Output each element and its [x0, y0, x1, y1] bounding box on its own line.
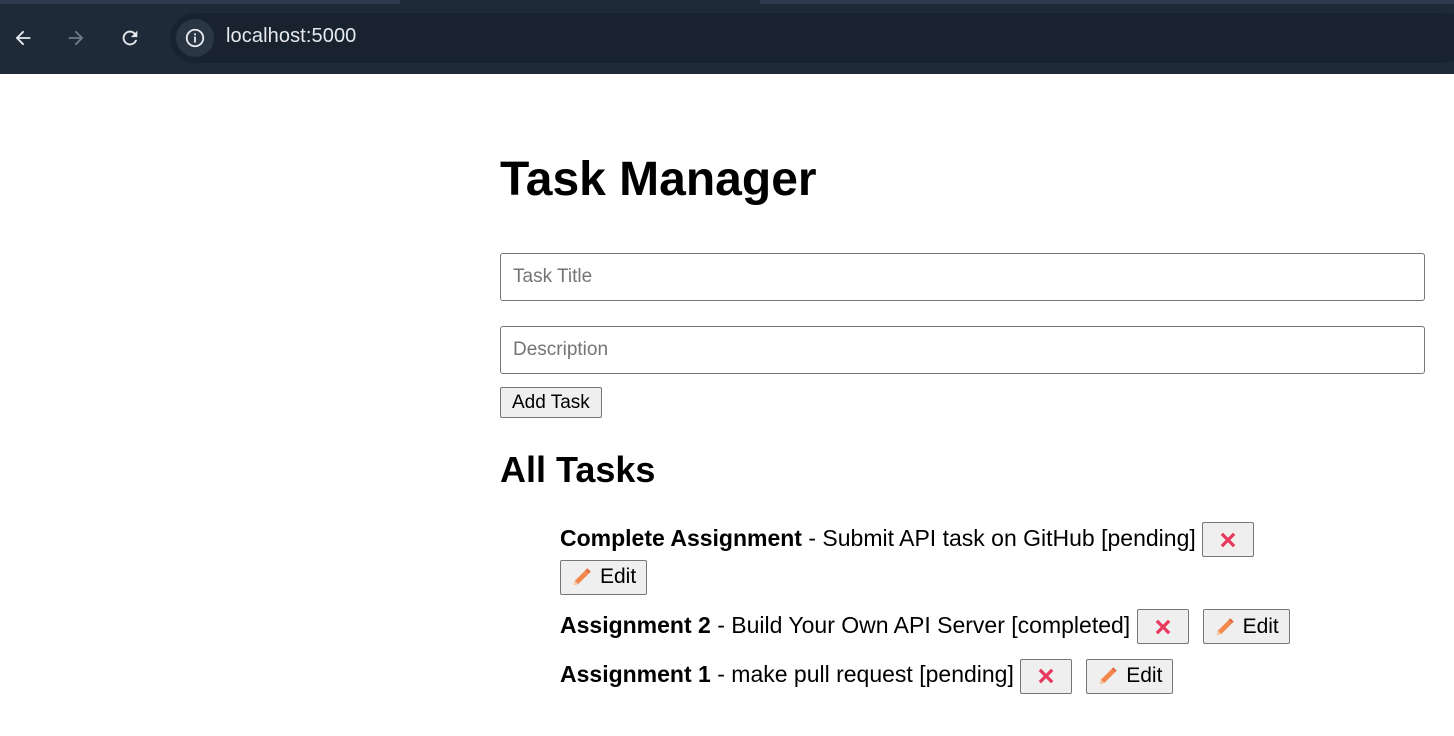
forward-button[interactable] [60, 22, 92, 54]
task-separator: - [710, 661, 732, 688]
edit-label: Edit [1126, 664, 1163, 688]
browser-toolbar: localhost:5000 [0, 0, 1454, 74]
task-title: Assignment 1 [560, 661, 711, 688]
site-info-button[interactable] [176, 19, 214, 57]
active-tab[interactable] [400, 0, 760, 4]
cross-mark-icon [1038, 668, 1054, 684]
task-item: Assignment 2 - Build Your Own API Server… [560, 607, 1360, 645]
arrow-right-icon [68, 30, 84, 46]
task-description: make pull request [731, 661, 913, 688]
url-text[interactable]: localhost:5000 [226, 25, 356, 48]
task-title: Assignment 2 [560, 611, 711, 638]
task-title-input[interactable] [500, 253, 1425, 301]
task-title: Complete Assignment [560, 525, 802, 551]
task-description: Build Your Own API Server [731, 611, 1005, 638]
pencil-icon [1216, 618, 1234, 636]
page-title: Task Manager [500, 153, 817, 206]
description-input[interactable] [500, 326, 1425, 374]
back-button[interactable] [7, 22, 39, 54]
task-status: [completed] [1011, 611, 1131, 638]
info-icon [185, 28, 205, 48]
delete-task-button[interactable] [1020, 658, 1073, 694]
task-status: [pending] [919, 661, 1014, 688]
edit-task-button[interactable]: Edit [560, 559, 648, 595]
edit-task-button[interactable]: Edit [1202, 609, 1290, 645]
all-tasks-heading: All Tasks [500, 449, 656, 490]
arrow-left-icon [15, 30, 31, 46]
task-separator: - [801, 525, 823, 551]
task-separator: - [710, 611, 732, 638]
edit-label: Edit [1242, 614, 1279, 638]
task-description: Submit API task on GitHub [822, 525, 1095, 551]
task-item: Complete Assignment - Submit API task on… [560, 520, 1360, 595]
cross-mark-icon [1220, 532, 1236, 548]
tab-strip [0, 0, 1454, 4]
pencil-icon [573, 568, 591, 586]
task-list: Complete Assignment - Submit API task on… [560, 520, 1360, 706]
reload-icon [122, 30, 138, 46]
edit-task-button[interactable]: Edit [1086, 658, 1174, 694]
edit-label: Edit [600, 565, 637, 589]
task-status: [pending] [1101, 525, 1196, 551]
address-bar[interactable]: localhost:5000 [170, 13, 1454, 63]
pencil-icon [1100, 667, 1117, 685]
task-item: Assignment 1 - make pull request [pendin… [560, 656, 1360, 694]
page-content: Task Manager Add Task All Tasks Complete… [0, 74, 1454, 736]
reload-button[interactable] [114, 22, 146, 54]
delete-task-button[interactable] [1202, 522, 1255, 558]
add-task-button[interactable]: Add Task [500, 387, 602, 418]
delete-task-button[interactable] [1136, 609, 1189, 645]
cross-mark-icon [1155, 619, 1170, 635]
